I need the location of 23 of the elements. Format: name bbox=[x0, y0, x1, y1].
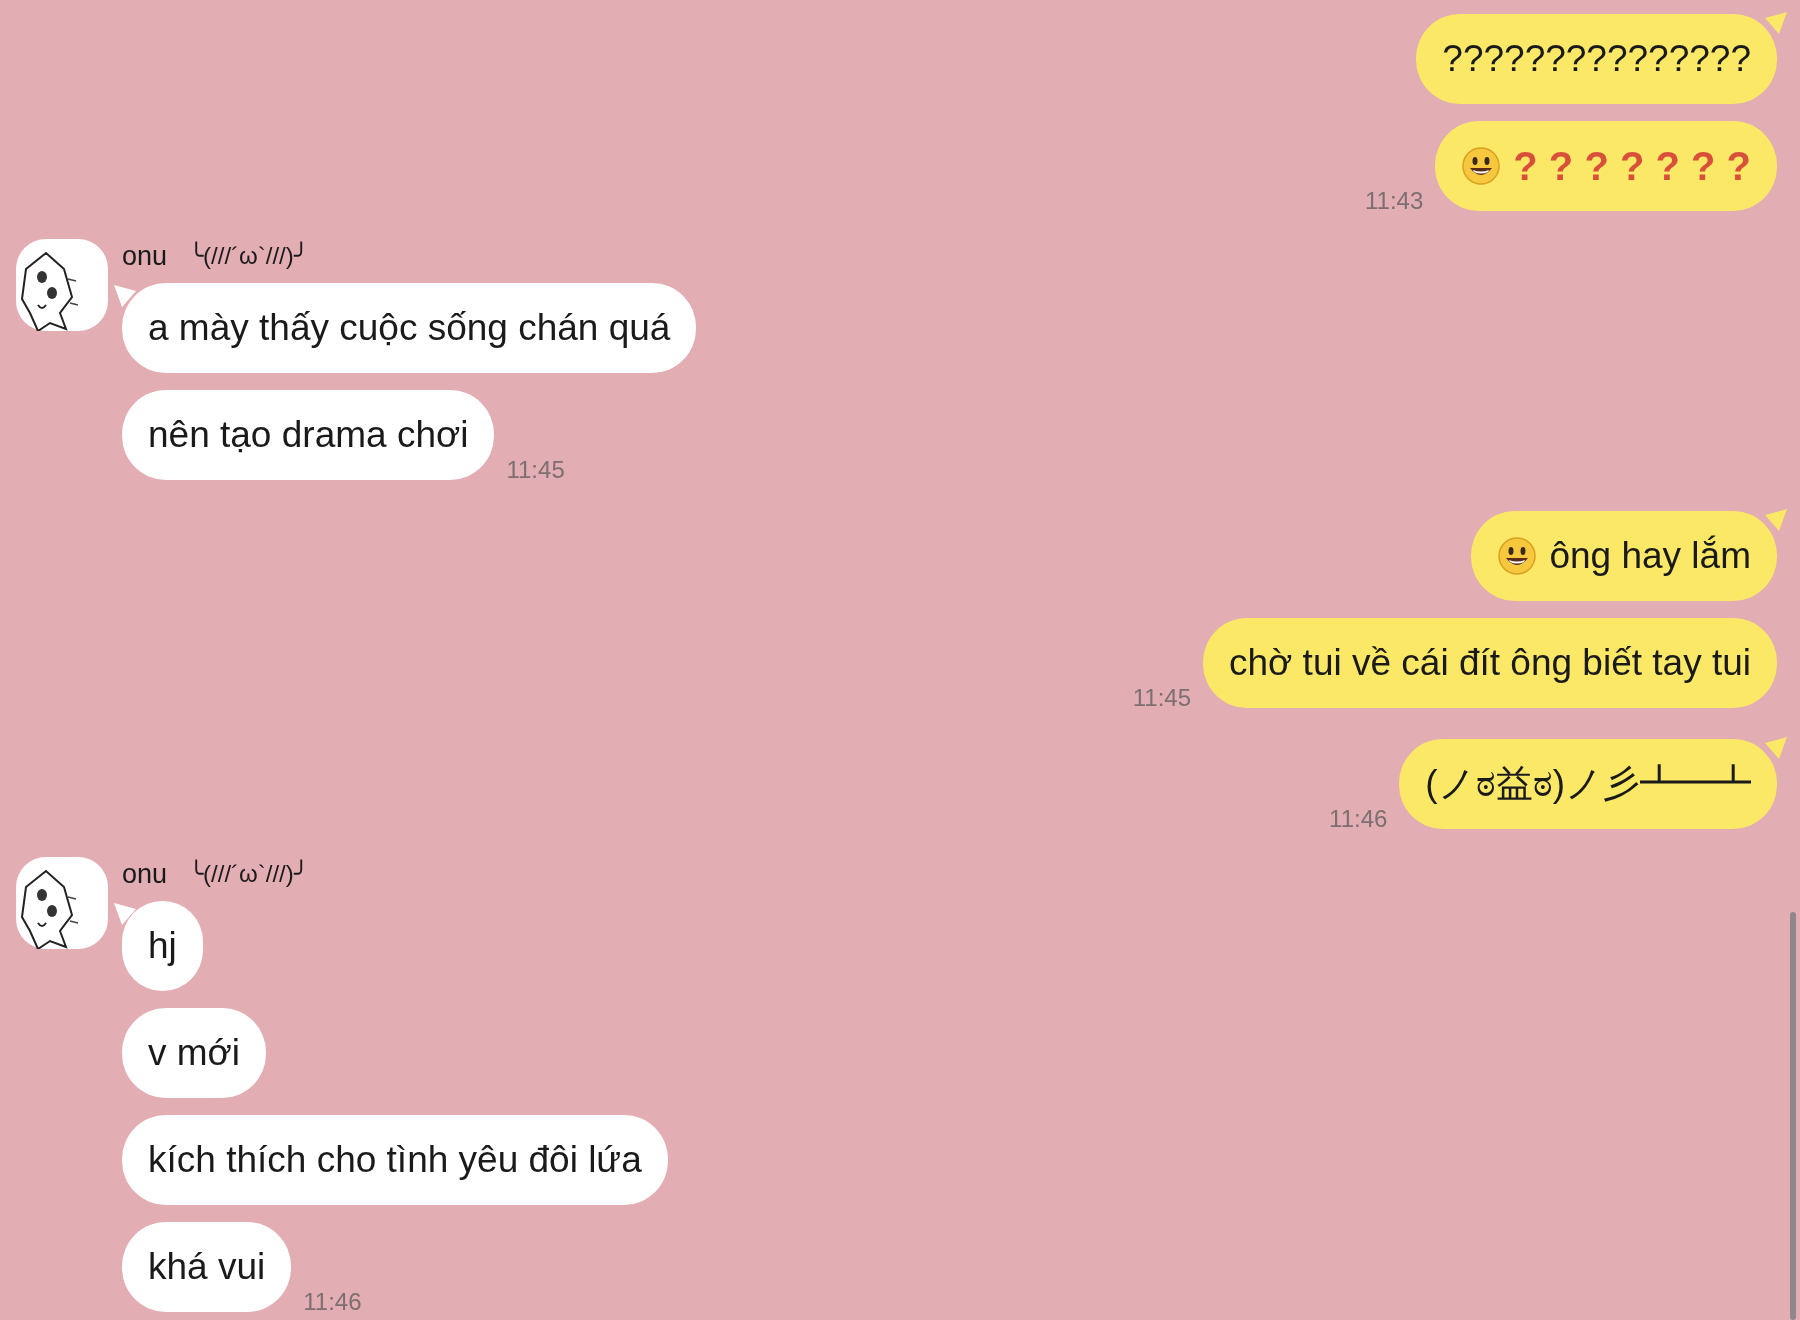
message-text: kích thích cho tình yêu đôi lứa bbox=[148, 1138, 642, 1182]
message-text: a mày thấy cuộc sống chán quá bbox=[148, 306, 671, 350]
message-text: chờ tui về cái đít ông biết tay tui bbox=[1229, 641, 1751, 685]
smiley-icon bbox=[1497, 536, 1538, 576]
smiley-icon bbox=[1461, 146, 1502, 186]
message-time: 11:46 bbox=[1329, 805, 1388, 833]
message-text: nên tạo drama chơi bbox=[148, 413, 469, 457]
sender-name: onu bbox=[122, 857, 168, 891]
message-time: 11:43 bbox=[1365, 187, 1424, 215]
message-time: 11:45 bbox=[1132, 684, 1191, 712]
message-text: hj bbox=[148, 924, 177, 968]
question-marks: ? ? ? ? ? ? ? bbox=[1513, 143, 1751, 190]
sender-name: onu bbox=[122, 239, 168, 273]
sender-kaomoji: ╰(///´ω`///)╯ bbox=[189, 240, 308, 271]
scrollbar[interactable] bbox=[1790, 912, 1796, 1320]
message-text: ông hay lắm bbox=[1549, 534, 1751, 578]
message-time: 11:46 bbox=[303, 1288, 362, 1316]
message-text: khá vui bbox=[148, 1245, 266, 1289]
sender-kaomoji: ╰(///´ω`///)╯ bbox=[189, 858, 308, 889]
message-time: 11:45 bbox=[506, 456, 565, 484]
message-text: v mới bbox=[148, 1031, 241, 1075]
message-text: (ノಠ益ಠ)ノ彡┻━┻ bbox=[1425, 762, 1751, 806]
message-text: ??????????????? bbox=[1442, 37, 1751, 81]
